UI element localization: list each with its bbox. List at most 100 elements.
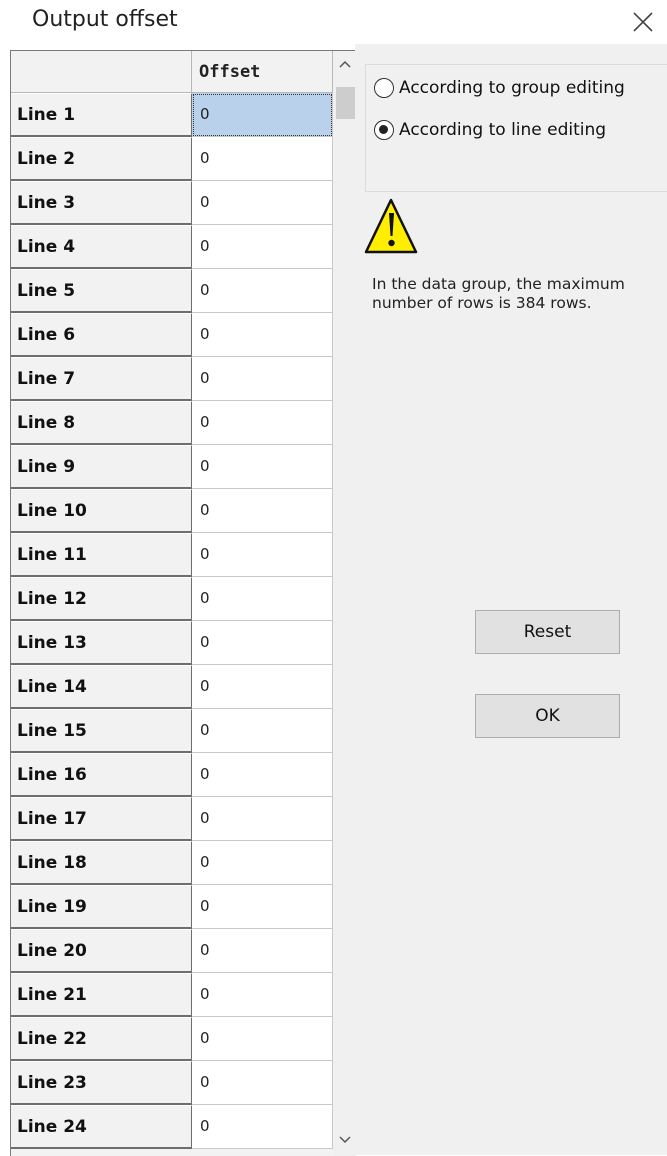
options-panel: According to group editing According to … <box>355 44 667 1155</box>
offset-value: 0 <box>200 633 210 651</box>
offset-cell[interactable]: 0 <box>192 533 333 577</box>
table-row[interactable]: Line 22 0 <box>11 1017 333 1061</box>
table-row[interactable]: Line 18 0 <box>11 841 333 885</box>
table-row[interactable]: Line 10 0 <box>11 489 333 533</box>
row-header[interactable]: Line 16 <box>11 753 192 797</box>
radio-group-editing[interactable]: According to group editing <box>374 75 625 101</box>
offset-cell[interactable]: 0 <box>192 225 333 269</box>
row-header[interactable]: Line 23 <box>11 1061 192 1105</box>
offset-cell[interactable]: 0 <box>192 489 333 533</box>
reset-button[interactable]: Reset <box>475 610 620 654</box>
offset-cell[interactable]: 0 <box>192 973 333 1017</box>
row-header[interactable]: Line 6 <box>11 313 192 357</box>
table-row[interactable]: Line 3 0 <box>11 181 333 225</box>
offset-cell[interactable]: 0 <box>192 401 333 445</box>
offset-grid[interactable]: Offset Line 1 0 Line 2 0 Line 3 0 Line 4 0 Line … <box>10 50 356 1156</box>
table-row[interactable]: Line 7 0 <box>11 357 333 401</box>
row-header[interactable]: Line 24 <box>11 1105 192 1149</box>
row-header[interactable]: Line 19 <box>11 885 192 929</box>
row-header-label: Line 18 <box>17 853 87 873</box>
row-header[interactable]: Line 2 <box>11 137 192 181</box>
table-row[interactable]: Line 6 0 <box>11 313 333 357</box>
row-header[interactable]: Line 1 <box>11 93 192 137</box>
scroll-down-icon[interactable] <box>337 1131 353 1147</box>
offset-cell[interactable]: 0 <box>192 137 333 181</box>
row-header[interactable]: Line 10 <box>11 489 192 533</box>
scroll-up-icon[interactable] <box>337 57 353 73</box>
radio-button[interactable] <box>374 120 394 140</box>
table-row[interactable]: Line 1 0 <box>11 93 333 137</box>
row-header[interactable]: Line 14 <box>11 665 192 709</box>
offset-value: 0 <box>200 457 210 475</box>
table-row[interactable]: Line 16 0 <box>11 753 333 797</box>
row-header[interactable]: Line 13 <box>11 621 192 665</box>
offset-cell[interactable]: 0 <box>192 753 333 797</box>
table-row[interactable]: Line 12 0 <box>11 577 333 621</box>
offset-cell[interactable]: 0 <box>192 269 333 313</box>
offset-cell[interactable]: 0 <box>192 665 333 709</box>
table-row[interactable]: Line 23 0 <box>11 1061 333 1105</box>
radio-line-editing[interactable]: According to line editing <box>374 117 606 143</box>
offset-cell[interactable]: 0 <box>192 929 333 973</box>
offset-cell[interactable]: 0 <box>192 885 333 929</box>
row-header[interactable]: Line 22 <box>11 1017 192 1061</box>
warning-message: In the data group, the maximum number of… <box>372 275 625 312</box>
row-header[interactable]: Line 8 <box>11 401 192 445</box>
row-header[interactable]: Line 15 <box>11 709 192 753</box>
table-row[interactable]: Line 24 0 <box>11 1105 333 1149</box>
offset-cell[interactable]: 0 <box>192 577 333 621</box>
table-row[interactable]: Line 13 0 <box>11 621 333 665</box>
offset-cell[interactable]: 0 <box>192 181 333 225</box>
warning-icon <box>363 196 419 258</box>
offset-cell[interactable]: 0 <box>192 797 333 841</box>
vertical-scrollbar[interactable] <box>333 51 356 1156</box>
offset-cell[interactable]: 0 <box>192 313 333 357</box>
table-row[interactable]: Line 9 0 <box>11 445 333 489</box>
row-header[interactable]: Line 18 <box>11 841 192 885</box>
radio-button[interactable] <box>374 78 394 98</box>
offset-value: 0 <box>200 589 210 607</box>
scroll-thumb[interactable] <box>336 87 356 119</box>
row-header[interactable]: Line 7 <box>11 357 192 401</box>
offset-cell[interactable]: 0 <box>192 709 333 753</box>
row-header[interactable]: Line 12 <box>11 577 192 621</box>
row-header[interactable]: Line 4 <box>11 225 192 269</box>
row-header[interactable]: Line 5 <box>11 269 192 313</box>
offset-value: 0 <box>200 501 210 519</box>
row-header[interactable]: Line 21 <box>11 973 192 1017</box>
offset-cell[interactable]: 0 <box>192 1061 333 1105</box>
offset-value: 0 <box>200 105 210 123</box>
table-row[interactable]: Line 17 0 <box>11 797 333 841</box>
offset-cell[interactable]: 0 <box>192 445 333 489</box>
row-header[interactable]: Line 17 <box>11 797 192 841</box>
offset-cell[interactable]: 0 <box>192 93 333 137</box>
table-row[interactable]: Line 8 0 <box>11 401 333 445</box>
radio-selected-dot <box>379 125 388 134</box>
offset-value: 0 <box>200 897 210 915</box>
offset-cell[interactable]: 0 <box>192 1105 333 1149</box>
column-header-offset[interactable]: Offset <box>192 51 333 93</box>
offset-value: 0 <box>200 765 210 783</box>
table-row[interactable]: Line 19 0 <box>11 885 333 929</box>
row-header[interactable]: Line 9 <box>11 445 192 489</box>
edit-mode-group: According to group editing According to … <box>365 64 667 192</box>
offset-cell[interactable]: 0 <box>192 357 333 401</box>
offset-cell[interactable]: 0 <box>192 841 333 885</box>
row-header-label: Line 23 <box>17 1073 87 1093</box>
row-header[interactable]: Line 20 <box>11 929 192 973</box>
table-row[interactable]: Line 2 0 <box>11 137 333 181</box>
table-row[interactable]: Line 21 0 <box>11 973 333 1017</box>
table-row[interactable]: Line 14 0 <box>11 665 333 709</box>
row-header[interactable]: Line 3 <box>11 181 192 225</box>
offset-cell[interactable]: 0 <box>192 1017 333 1061</box>
close-icon[interactable] <box>625 4 661 40</box>
offset-cell[interactable]: 0 <box>192 621 333 665</box>
table-row[interactable]: Line 15 0 <box>11 709 333 753</box>
table-row[interactable]: Line 20 0 <box>11 929 333 973</box>
row-header[interactable]: Line 11 <box>11 533 192 577</box>
row-header-label: Line 1 <box>17 105 76 125</box>
ok-button[interactable]: OK <box>475 694 620 738</box>
table-row[interactable]: Line 5 0 <box>11 269 333 313</box>
table-row[interactable]: Line 4 0 <box>11 225 333 269</box>
table-row[interactable]: Line 11 0 <box>11 533 333 577</box>
